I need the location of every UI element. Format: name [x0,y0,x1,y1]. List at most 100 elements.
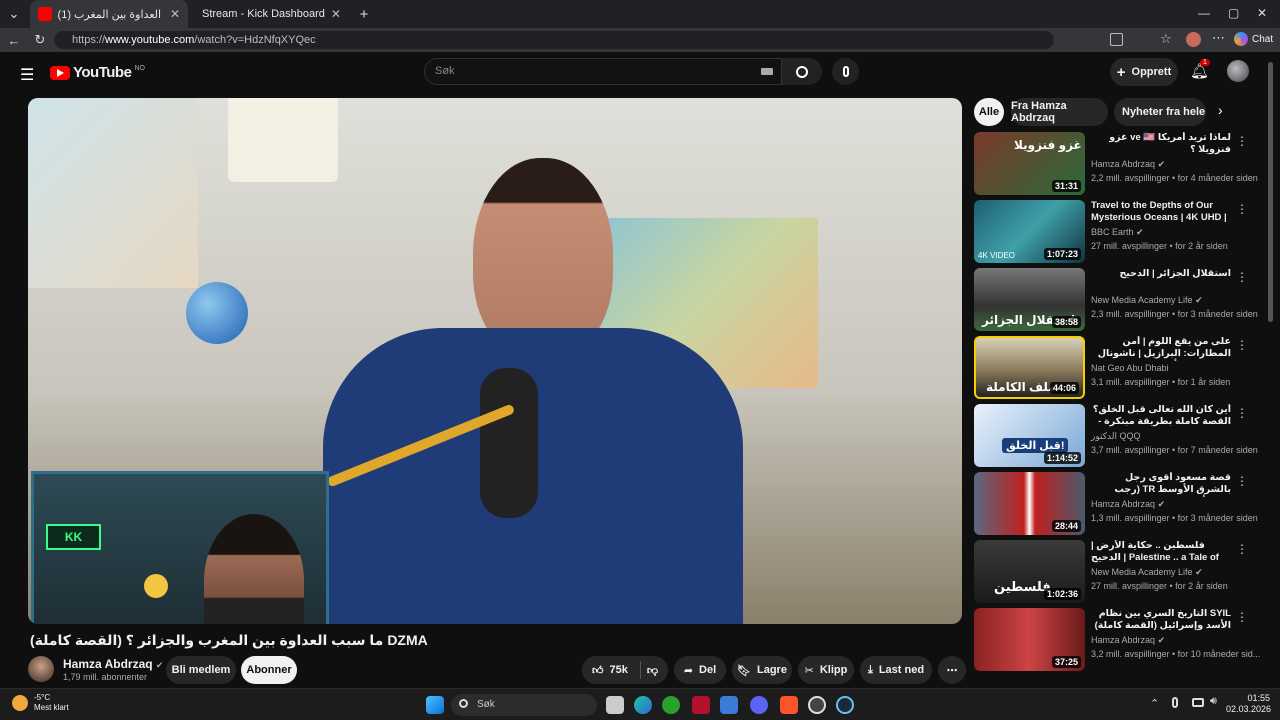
more-options-icon[interactable]: ⋮ [1236,542,1248,556]
channel-name[interactable]: الدكتور QQQ [1091,431,1140,442]
channel-name[interactable]: Hamza Abdrzaq ✔ [1091,499,1165,510]
reload-icon[interactable]: ↻ [30,32,50,48]
thumbs-up-icon[interactable]: 👍︎ [592,664,604,677]
app-red-a-icon[interactable] [692,696,710,714]
chip-all[interactable]: Alle [974,98,1004,126]
channel-name[interactable]: Hamza Abdrzaq ✔ [1091,159,1165,170]
chips-next-icon[interactable]: › [1218,102,1223,118]
subscribe-button[interactable]: Abonner [241,656,297,684]
discord-icon[interactable] [750,696,768,714]
video-title[interactable]: على من يقع اللوم | أمن المطارات: البرازي… [1091,336,1231,361]
store-icon[interactable] [720,696,738,714]
video-thumbnail[interactable]: 37:25 [974,608,1085,671]
thumbs-down-icon[interactable]: 👎︎ [647,664,658,677]
channel-name[interactable]: New Media Academy Life ✔ [1091,295,1203,306]
search-input[interactable]: Søk [424,58,782,85]
microphone-tray-icon[interactable] [1172,697,1178,708]
clock[interactable]: 01:55 02.03.2026 [1226,693,1271,715]
obs-icon[interactable] [808,696,826,714]
notifications-button[interactable]: 🔔︎ 1 [1190,59,1210,80]
window-close-icon[interactable]: ✕ [1257,6,1267,20]
file-explorer-icon[interactable] [606,696,624,714]
video-thumbnail[interactable]: قبل الخلق! 1:14:52 [974,404,1085,467]
video-title[interactable]: قصة مسعود أقوى رجل بالشرق الأوسط TR (رجب… [1091,472,1231,497]
profile-avatar[interactable] [1186,32,1201,47]
list-item[interactable]: غزو فنزويلا 31:31 لماذا تريد أمريكا ve 🇺… [974,132,1264,196]
back-icon[interactable]: ← [4,33,24,48]
edge-icon[interactable] [634,696,652,714]
more-options-icon[interactable]: ⋮ [1236,406,1248,420]
hamburger-menu-icon[interactable]: ☰ [20,65,34,85]
list-item[interactable]: 37:25 SYIL التاريخ السري بين نظام الأسد … [974,608,1264,672]
menu-icon[interactable]: ⋯ [1212,30,1225,46]
video-player[interactable]: KK [28,98,962,624]
video-title[interactable]: لماذا تريد أمريكا ve 🇺🇸 غزو فنزويلا ؟ [1091,132,1231,156]
channel-name[interactable]: Hamza Abdrzaq ✔ [63,657,163,671]
chip-from-channel[interactable]: Fra Hamza Abdrzaq [1011,98,1108,126]
brave-icon[interactable] [780,696,798,714]
search-button[interactable] [782,58,822,85]
save-button[interactable]: 🔖︎ Lagre [732,656,792,684]
tab-kick[interactable]: Stream - Kick Dashboard ✕ [188,0,348,28]
download-button[interactable]: ⤓ Last ned [860,656,932,684]
channel-name[interactable]: Nat Geo Abu Dhabi [1091,363,1169,373]
video-title[interactable]: Travel to the Depths of Our Mysterious O… [1091,200,1231,225]
video-title[interactable]: استقلال الجزائر | الدحيح [1091,268,1231,280]
video-thumbnail[interactable]: غزو فنزويلا 31:31 [974,132,1085,195]
start-icon[interactable] [426,696,444,714]
join-button[interactable]: Bli medlem [166,656,236,684]
channel-name[interactable]: New Media Academy Life ✔ [1091,567,1203,578]
extensions-icon[interactable] [1110,33,1123,46]
steam-icon[interactable] [836,696,854,714]
more-actions-button[interactable]: ⋯ [938,656,966,684]
channel-name[interactable]: Hamza Abdrzaq ✔ [1091,635,1165,646]
more-options-icon[interactable]: ⋮ [1236,610,1248,624]
xbox-icon[interactable] [662,696,680,714]
voice-search-button[interactable] [832,58,859,85]
maximize-icon[interactable]: ▢ [1228,6,1239,20]
video-thumbnail[interactable]: فلسطين 1:02:36 [974,540,1085,603]
network-icon[interactable] [1192,698,1204,707]
address-bar[interactable]: https://www.youtube.com/watch?v=HdzNfqXY… [54,31,1054,49]
tray-chevron-icon[interactable]: ⌃ [1150,697,1159,710]
copilot-chat-button[interactable]: Chat [1234,32,1273,46]
channel-avatar[interactable] [28,656,54,682]
video-title[interactable]: أين كان الله تعالى قبل الخلق؟ القصة كامل… [1091,404,1231,429]
close-icon[interactable]: ✕ [170,7,180,21]
like-count[interactable]: 75k [610,664,628,676]
channel-name[interactable]: BBC Earth ✔ [1091,227,1144,238]
clip-button[interactable]: ✂ Klipp [798,656,854,684]
create-button[interactable]: + Opprett [1110,58,1178,86]
more-options-icon[interactable]: ⋮ [1236,474,1248,488]
video-title[interactable]: فلسطين .. حكاية الأرض | الدحيح | Palesti… [1091,540,1231,565]
page-scrollbar[interactable] [1268,62,1273,322]
favorites-icon[interactable]: ☆ [1160,31,1172,47]
tab-youtube[interactable]: (1) ما سبب العداوة بين المغرب ✕ [30,0,188,28]
weather-widget[interactable]: -5°C Mest klart [12,693,69,713]
list-item[interactable]: 28:44 قصة مسعود أقوى رجل بالشرق الأوسط T… [974,472,1264,536]
video-title[interactable]: SYIL التاريخ السري بين نظام الأسد وإسرائ… [1091,608,1231,632]
video-thumbnail[interactable]: 4K VIDEO 1:07:23 [974,200,1085,263]
new-tab-icon[interactable]: + [354,6,374,23]
share-button[interactable]: ➦ Del [674,656,726,684]
video-thumbnail[interactable]: 28:44 [974,472,1085,535]
video-thumbnail[interactable]: ملف الكاملة 44:06 [974,336,1085,399]
list-item[interactable]: قبل الخلق! 1:14:52 أين كان الله تعالى قب… [974,404,1264,468]
minimize-icon[interactable]: — [1198,6,1210,20]
list-item[interactable]: استقلال الجزائر 38:58 استقلال الجزائر | … [974,268,1264,332]
more-options-icon[interactable]: ⋮ [1236,134,1248,148]
more-options-icon[interactable]: ⋮ [1236,270,1248,284]
youtube-logo[interactable]: YouTube NO [50,64,145,81]
volume-icon[interactable]: 🔊︎ [1210,695,1217,708]
close-icon[interactable]: ✕ [331,7,341,21]
list-item[interactable]: ملف الكاملة 44:06 على من يقع اللوم | أمن… [974,336,1264,400]
taskbar-search[interactable]: Søk [451,694,597,716]
list-item[interactable]: فلسطين 1:02:36 فلسطين .. حكاية الأرض | ا… [974,540,1264,604]
more-options-icon[interactable]: ⋮ [1236,338,1248,352]
list-item[interactable]: 4K VIDEO 1:07:23 Travel to the Depths of… [974,200,1264,264]
more-options-icon[interactable]: ⋮ [1236,202,1248,216]
account-avatar[interactable] [1227,60,1249,82]
video-thumbnail[interactable]: استقلال الجزائر 38:58 [974,268,1085,331]
tab-list-icon[interactable]: ⌄ [4,6,24,22]
chip-news[interactable]: Nyheter fra hele verd [1114,98,1206,126]
